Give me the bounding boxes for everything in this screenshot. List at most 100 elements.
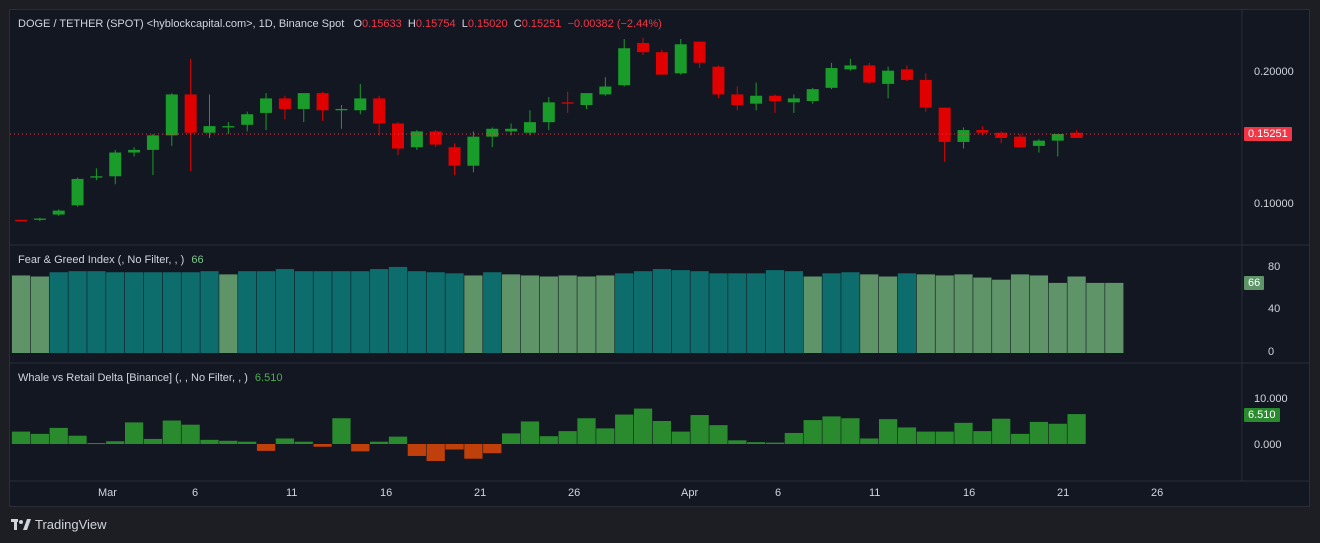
candle-body [561, 102, 574, 104]
whale-delta-bar [388, 436, 408, 444]
fear-greed-bar [388, 266, 408, 353]
candle-body [674, 44, 687, 74]
whale-delta-title: Whale vs Retail Delta [Binance] (, , No … [18, 372, 282, 384]
whale-delta-bar [200, 439, 219, 444]
candle-body [335, 108, 348, 111]
price-tick-1: 0.10000 [1254, 198, 1294, 210]
fear-greed-bar [332, 271, 351, 353]
whale-delta-bar [407, 444, 426, 456]
candle-body [542, 102, 555, 123]
candle-body [976, 130, 989, 133]
fear-greed-bar [11, 275, 31, 353]
tradingview-logo[interactable]: TradingView [11, 517, 107, 532]
whale-delta-bar [143, 438, 163, 444]
whale-delta-bar [596, 428, 615, 444]
fear-greed-bar [464, 275, 483, 353]
close-value: 0.15251 [521, 18, 562, 30]
whale-delta-bar [633, 408, 653, 444]
candle-body [787, 98, 800, 103]
whale-delta-histogram [11, 408, 1086, 462]
whale-delta-bar [11, 431, 31, 444]
fear-greed-label[interactable]: Fear & Greed Index (, No Filter, , ) [18, 254, 184, 266]
whale-tick-0: 0.000 [1254, 439, 1282, 451]
candle-body [825, 68, 838, 88]
fear-greed-bar [351, 271, 370, 353]
fear-greed-bar [49, 272, 68, 353]
fear-greed-bar [1048, 282, 1067, 353]
candle-body [33, 218, 46, 220]
whale-delta-bar [332, 418, 351, 444]
candle-body [467, 136, 480, 166]
price-tick-0: 0.20000 [1254, 66, 1294, 78]
fear-greed-bar [219, 274, 238, 353]
candle-body [203, 126, 216, 133]
whale-delta-bar [445, 444, 464, 450]
fear-greed-bar [897, 273, 917, 353]
time-axis-label: 21 [1057, 487, 1070, 499]
time-axis-label: 26 [1151, 487, 1164, 499]
time-axis-label: Mar [98, 487, 117, 499]
fear-greed-bar [841, 272, 860, 353]
whale-tick-10: 10.000 [1254, 393, 1288, 405]
whale-delta-bar [897, 427, 917, 444]
candle-body [15, 219, 27, 222]
whale-delta-bar [860, 438, 879, 444]
fear-greed-bar [935, 275, 954, 353]
chart-legend: DOGE / TETHER (SPOT) <hyblockcapital.com… [18, 18, 662, 30]
symbol-title[interactable]: DOGE / TETHER (SPOT) <hyblockcapital.com… [18, 18, 344, 30]
whale-delta-bar [49, 427, 68, 444]
candle-body [599, 86, 612, 95]
candle-body [90, 176, 103, 178]
fear-greed-bar [709, 273, 728, 353]
whale-delta-bar [577, 418, 596, 444]
candle-body [222, 126, 235, 128]
whale-delta-bar [916, 431, 935, 444]
whale-delta-bar [747, 442, 766, 444]
fear-greed-bar [1105, 282, 1124, 353]
whale-delta-bar [1029, 421, 1049, 444]
whale-delta-bar [690, 415, 709, 444]
chart-canvas[interactable] [10, 10, 1309, 506]
whale-delta-bar [765, 442, 785, 444]
whale-delta-bar [426, 444, 445, 462]
fear-greed-bar [124, 272, 144, 353]
whale-value-tag: 6.510 [1244, 408, 1280, 422]
candle-body [392, 123, 404, 149]
fear-greed-bar [1010, 274, 1030, 353]
fear-greed-bar [68, 271, 87, 353]
candle-body [71, 178, 84, 206]
candle-body [523, 122, 536, 133]
whale-delta-bar [973, 431, 992, 444]
whale-delta-bar [878, 419, 898, 444]
chart-frame[interactable]: DOGE / TETHER (SPOT) <hyblockcapital.com… [9, 9, 1310, 507]
candle-body [1070, 132, 1083, 138]
whale-delta-label[interactable]: Whale vs Retail Delta [Binance] (, , No … [18, 372, 248, 384]
fear-greed-bar [162, 272, 181, 353]
fear-greed-bar [633, 271, 653, 353]
candle-body [637, 42, 650, 53]
fear-greed-bar [87, 271, 106, 353]
candle-body [995, 132, 1008, 138]
whale-delta-bar [219, 440, 238, 444]
fear-greed-bar [313, 271, 332, 353]
candle-body [580, 93, 593, 105]
fear-greed-bar [784, 271, 803, 353]
whale-delta-bar [1048, 423, 1067, 444]
fear-greed-bar [916, 274, 935, 353]
whale-delta-bar [803, 420, 822, 444]
whale-delta-bar [709, 425, 728, 444]
candle-body [900, 69, 913, 80]
fear-greed-bar [200, 271, 219, 353]
fear-greed-bar [238, 271, 257, 353]
time-axis-label: 26 [568, 487, 581, 499]
time-axis-label: 16 [380, 487, 393, 499]
candle-body [712, 66, 725, 95]
whale-delta-bar [501, 433, 521, 444]
candle-body [410, 131, 423, 148]
fear-greed-bar [30, 276, 49, 353]
whale-delta-bar [351, 444, 370, 452]
candle-body [429, 131, 442, 145]
close-label: C [513, 18, 522, 30]
open-label: O [353, 18, 362, 30]
candle-body [354, 98, 367, 111]
